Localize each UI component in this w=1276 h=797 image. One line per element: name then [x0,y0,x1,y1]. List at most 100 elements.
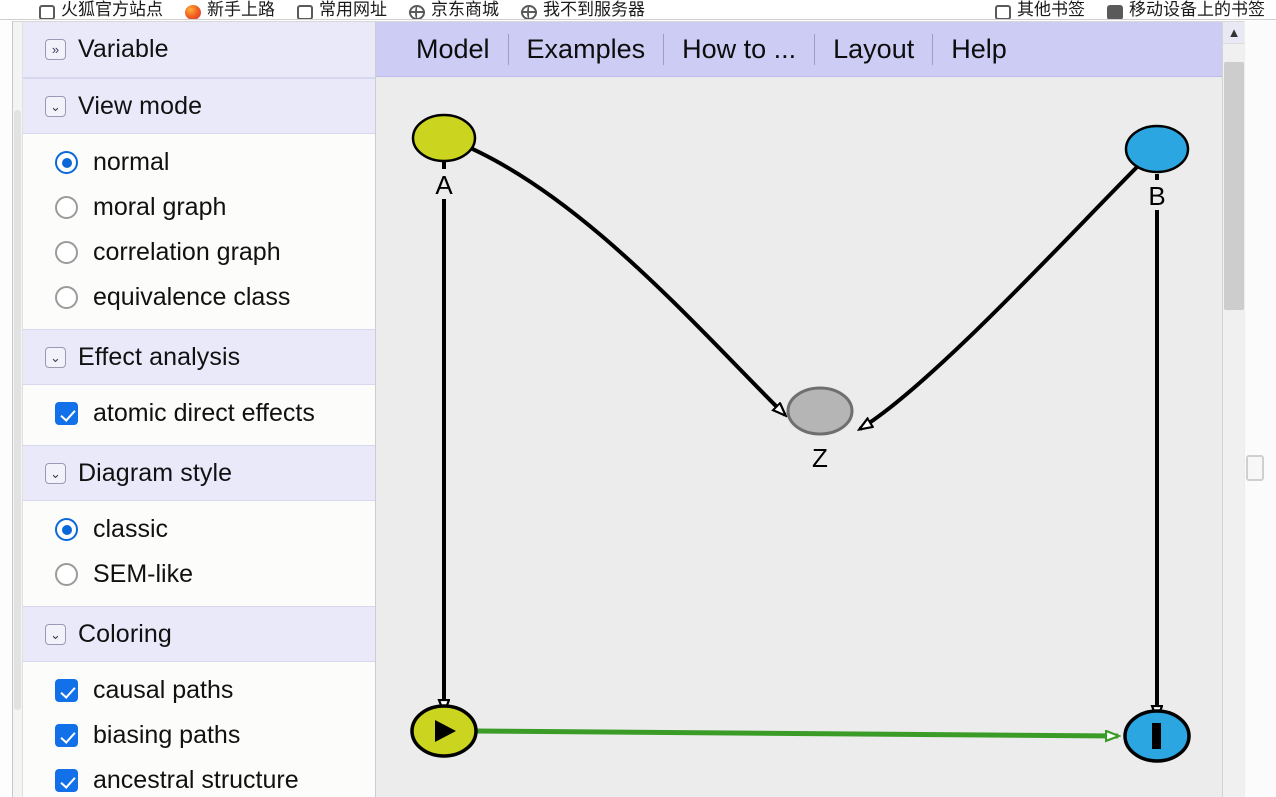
sidebar-scrollbar-thumb[interactable] [14,110,21,710]
dagitty-app-window: » Variable ⌄ View mode normal moral grap… [12,21,1244,797]
option-atomic-direct-effects[interactable]: atomic direct effects [23,391,375,436]
checkbox-causal-paths[interactable] [55,679,78,702]
sidebar-section-title: Coloring [78,619,172,648]
dag-node-exposure[interactable] [410,704,478,758]
bookmark-item[interactable]: 我不到服务器 [510,0,656,19]
bar-icon [1152,723,1161,749]
bookmark-label: 其他书签 [1017,0,1085,19]
chevron-down-icon[interactable]: ⌄ [45,95,66,117]
checkbox-biasing-paths[interactable] [55,724,78,747]
bookmarks-overflow-group: 其他书签 移动设备上的书签 [984,0,1276,19]
chevron-down-icon[interactable]: ⌄ [45,346,66,368]
menu-item-help[interactable]: Help [933,34,1025,65]
bookmark-item[interactable]: 新手上路 [174,0,286,19]
main-panel: Model Examples How to ... Layout Help A … [376,22,1244,797]
bookmark-label: 新手上路 [207,0,275,19]
option-causal-paths[interactable]: causal paths [23,668,375,713]
option-equivalence-class[interactable]: equivalence class [23,275,375,320]
sidebar-section-body-coloring: causal paths biasing paths ancestral str… [23,662,375,797]
desktop-background-chip [1246,455,1264,481]
desktop-background-strip [1244,21,1276,797]
radio-equivalence-class[interactable] [55,286,78,309]
option-classic[interactable]: classic [23,507,375,552]
bookmark-item-mobile[interactable]: 移动设备上的书签 [1096,0,1276,19]
sidebar-section-diagram-style[interactable]: ⌄ Diagram style [23,445,375,501]
sidebar-section-body-view-mode: normal moral graph correlation graph equ… [23,134,375,329]
checkbox-atomic-direct-effects[interactable] [55,402,78,425]
chevron-up-icon[interactable]: ▲ [1223,22,1244,44]
radio-moral-graph[interactable] [55,196,78,219]
bookmark-label: 火狐官方站点 [61,0,163,19]
option-normal[interactable]: normal [23,140,375,185]
bookmark-label: 移动设备上的书签 [1129,0,1265,19]
option-label: biasing paths [93,721,241,749]
node-z-label: Z [812,443,828,473]
dag-node-a[interactable]: A [411,113,477,200]
sidebar-section-title: View mode [78,91,203,120]
bookmark-label: 京东商城 [431,0,499,19]
radio-classic[interactable] [55,518,78,541]
option-label: SEM-like [93,560,194,588]
menu-item-how-to[interactable]: How to ... [664,34,814,65]
sidebar-section-view-mode[interactable]: ⌄ View mode [23,78,375,134]
node-b-shape[interactable] [1124,124,1190,174]
sidebar-section-effect-analysis[interactable]: ⌄ Effect analysis [23,329,375,385]
option-ancestral-structure[interactable]: ancestral structure [23,758,375,797]
sidebar-section-coloring[interactable]: ⌄ Coloring [23,606,375,662]
main-vertical-scrollbar-thumb[interactable] [1224,62,1244,310]
bookmark-item-other[interactable]: 其他书签 [984,0,1096,19]
node-z-shape[interactable] [786,386,854,436]
bookmark-square-icon [39,5,55,19]
sidebar-section-body-diagram-style: classic SEM-like [23,501,375,606]
option-correlation-graph[interactable]: correlation graph [23,230,375,275]
bookmark-label: 常用网址 [319,0,387,19]
dag-svg: A B Z [410,113,1191,763]
option-label: normal [93,148,170,176]
option-label: ancestral structure [93,766,299,794]
edge-exposure-to-outcome[interactable] [475,728,1118,736]
chevron-down-icon[interactable]: ⌄ [45,623,66,645]
node-b-label: B [1148,181,1165,211]
option-sem-like[interactable]: SEM-like [23,552,375,597]
menu-item-model[interactable]: Model [398,34,508,65]
option-biasing-paths[interactable]: biasing paths [23,713,375,758]
radio-normal[interactable] [55,151,78,174]
option-label: correlation graph [93,238,281,266]
menu-item-examples[interactable]: Examples [509,34,664,65]
checkbox-ancestral-structure[interactable] [55,769,78,792]
screen: 火狐官方站点 新手上路 常用网址 京东商城 我不到服务器 其他书签 移动设备上的… [0,0,1276,797]
menubar: Model Examples How to ... Layout Help [376,22,1244,77]
option-label: equivalence class [93,283,291,311]
menu-item-layout[interactable]: Layout [815,34,932,65]
firefox-icon [185,5,201,19]
chevron-down-icon[interactable]: ⌄ [45,462,66,484]
globe-icon [409,5,425,19]
browser-bookmarks-bar: 火狐官方站点 新手上路 常用网址 京东商城 我不到服务器 其他书签 移动设备上的… [0,0,1276,20]
sidebar-section-body-effect-analysis: atomic direct effects [23,385,375,445]
sidebar-scrollbar[interactable] [13,22,23,797]
bookmark-square-icon [297,5,313,19]
edge-a-to-z[interactable] [448,137,785,415]
node-a-label: A [435,170,453,200]
option-label: classic [93,515,169,543]
globe-icon [521,5,537,19]
bookmark-item[interactable]: 常用网址 [286,0,398,19]
radio-correlation-graph[interactable] [55,241,78,264]
sidebar-section-title: Variable [78,35,169,63]
sidebar-section-variable[interactable]: » Variable [23,22,375,78]
bookmark-item[interactable]: 火狐官方站点 [28,0,174,19]
sidebar-section-title: Diagram style [78,458,233,487]
option-label: causal paths [93,676,234,704]
radio-sem-like[interactable] [55,563,78,586]
option-moral-graph[interactable]: moral graph [23,185,375,230]
dag-node-z[interactable]: Z [786,386,854,473]
dag-canvas[interactable]: A B Z [376,77,1244,797]
bookmark-item[interactable]: 京东商城 [398,0,510,19]
node-a-shape[interactable] [411,113,477,163]
chevron-right-icon[interactable]: » [45,39,66,60]
dag-node-outcome[interactable] [1123,709,1191,763]
bookmark-square-icon [995,5,1011,19]
main-vertical-scrollbar[interactable]: ▲ [1222,22,1244,797]
option-label: atomic direct effects [93,399,315,427]
edge-b-to-z[interactable] [860,150,1154,429]
